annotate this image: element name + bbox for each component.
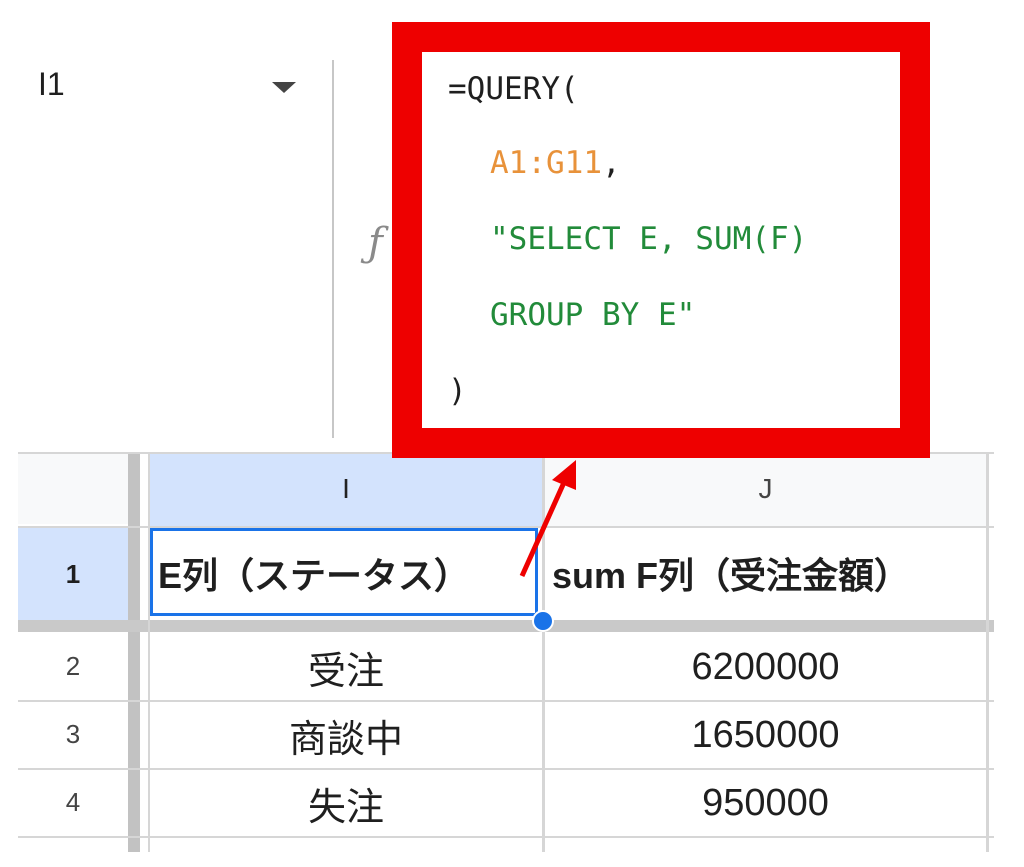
formula-line-1: =QUERY(: [448, 71, 579, 107]
formula-line-3: "SELECT E, SUM(F): [490, 221, 808, 257]
formula-bar-divider: [332, 60, 334, 438]
row-header-freeze-bar[interactable]: [128, 452, 140, 852]
formula-range-ref: A1:G11: [490, 145, 602, 181]
name-box[interactable]: I1: [38, 66, 65, 103]
cell-j2[interactable]: 6200000: [545, 634, 986, 700]
cell-j1[interactable]: sum F列（受注金額）: [552, 528, 986, 618]
row-header-2[interactable]: 2: [18, 632, 128, 700]
formula-line-5: ): [448, 373, 467, 409]
arrow-shaft: [519, 476, 569, 578]
column-header-j[interactable]: J: [545, 452, 986, 526]
column-header-i[interactable]: I: [150, 452, 542, 526]
active-cell-selection: [150, 528, 538, 616]
cell-j3[interactable]: 1650000: [545, 702, 986, 768]
fx-icon: ƒ: [368, 220, 383, 266]
name-box-dropdown-icon[interactable]: [272, 82, 296, 93]
grid-line: [986, 452, 989, 852]
row-header-1[interactable]: 1: [18, 528, 128, 620]
grid-line: [18, 836, 994, 838]
cell-i3[interactable]: 商談中: [150, 702, 542, 768]
select-all-corner[interactable]: [18, 452, 128, 524]
column-freeze-bar[interactable]: [18, 620, 994, 632]
formula-line-4: GROUP BY E": [490, 297, 696, 333]
cell-i4[interactable]: 失注: [150, 770, 542, 836]
row-header-4[interactable]: 4: [18, 768, 128, 836]
formula-comma: ,: [601, 145, 621, 181]
callout-arrow-icon: [519, 460, 576, 578]
cell-i2[interactable]: 受注: [150, 634, 542, 700]
row-header-3[interactable]: 3: [18, 700, 128, 768]
cell-j4[interactable]: 950000: [545, 770, 986, 836]
formula-line-2: A1:G11,: [490, 148, 621, 179]
fill-handle[interactable]: [532, 610, 554, 632]
